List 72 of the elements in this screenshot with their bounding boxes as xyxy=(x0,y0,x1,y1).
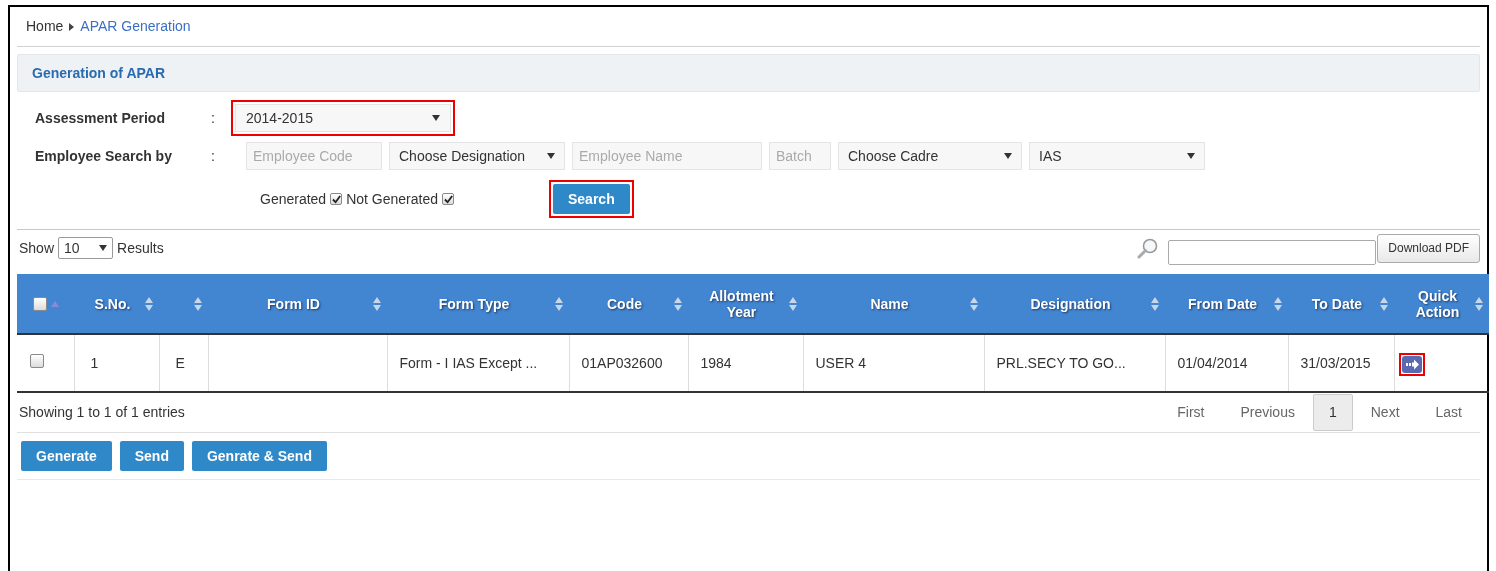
checkbox[interactable] xyxy=(30,353,44,368)
sort-icon[interactable] xyxy=(373,296,381,311)
checkbox-label: Generated xyxy=(260,189,327,209)
column-header[interactable]: Name xyxy=(803,274,984,334)
entries-info: Showing 1 to 1 of 1 entries xyxy=(18,403,185,422)
column-header[interactable]: To Date xyxy=(1288,274,1394,334)
caret-icon xyxy=(432,115,440,121)
sort-icon[interactable] xyxy=(970,296,978,311)
checkbox[interactable] xyxy=(442,193,454,205)
column-header[interactable]: Designation xyxy=(984,274,1165,334)
field-label: Employee Search by xyxy=(34,146,173,166)
pagination-link[interactable]: 1 xyxy=(1312,394,1353,431)
field-label: Assessment Period xyxy=(34,108,166,128)
action-button[interactable]: Generate xyxy=(21,441,112,471)
dropdown[interactable]: IAS xyxy=(1029,142,1205,170)
caret-icon xyxy=(99,245,108,251)
sort-icon[interactable] xyxy=(1274,296,1282,311)
checkbox[interactable] xyxy=(330,193,343,205)
table-cell: Form - I IAS Except ... xyxy=(387,334,569,392)
sort-icon[interactable] xyxy=(1380,296,1388,311)
column-header[interactable]: Quick Action xyxy=(1394,274,1489,334)
sort-icon[interactable] xyxy=(194,296,202,311)
sort-icon[interactable] xyxy=(1151,296,1159,311)
column-header[interactable]: Form ID xyxy=(208,274,387,334)
separator: : xyxy=(211,108,216,128)
table-cell: 01/04/2014 xyxy=(1165,334,1288,392)
table-cell: 31/03/2015 xyxy=(1288,334,1394,392)
column-header[interactable]: S.No. xyxy=(74,274,159,334)
table-search-field[interactable] xyxy=(1168,239,1377,265)
sort-icon[interactable] xyxy=(1475,296,1483,311)
table-cell: 1 xyxy=(74,334,159,392)
breadcrumb-link[interactable]: Home xyxy=(26,16,64,37)
pagination-link[interactable]: Next xyxy=(1352,394,1418,431)
text-field[interactable]: Batch xyxy=(769,142,831,170)
table-cell: PRL.SECY TO GO... xyxy=(984,334,1165,392)
action-button[interactable]: Send xyxy=(119,441,184,471)
pagination-link[interactable]: First xyxy=(1159,394,1223,431)
breadcrumb-link[interactable]: APAR Generation xyxy=(80,16,191,37)
text-field[interactable]: Employee Name xyxy=(572,142,762,170)
search-button[interactable]: Search xyxy=(553,184,630,214)
dropdown[interactable]: Choose Cadre xyxy=(838,142,1022,170)
panel-title: Generation of APAR xyxy=(32,63,165,83)
sort-icon[interactable] xyxy=(145,296,153,311)
caret-icon xyxy=(1004,153,1012,159)
column-header[interactable]: From Date xyxy=(1165,274,1288,334)
page-size-select[interactable]: 10 xyxy=(58,237,114,259)
sort-icon[interactable] xyxy=(674,296,682,311)
table-cell: 01AP032600 xyxy=(569,334,688,392)
assessment-period-select[interactable]: 2014-2015 xyxy=(231,100,455,136)
pagination-link[interactable]: Previous xyxy=(1222,394,1313,431)
text-field[interactable]: Employee Code xyxy=(246,142,382,170)
search-icon xyxy=(1137,237,1160,259)
caret-icon xyxy=(547,153,555,159)
table-cell: USER 4 xyxy=(803,334,984,392)
sort-icon[interactable] xyxy=(555,296,563,311)
column-header[interactable]: Code xyxy=(569,274,688,334)
show-label: Show xyxy=(18,238,55,258)
download-pdf-button[interactable]: Download PDF xyxy=(1377,233,1480,263)
sort-icon[interactable] xyxy=(789,296,797,311)
column-header[interactable]: Allotment Year xyxy=(688,274,803,334)
dropdown[interactable]: Choose Designation xyxy=(389,142,565,170)
pagination-link[interactable]: Last xyxy=(1417,394,1480,431)
results-label: Results xyxy=(117,238,164,258)
table-cell: 1984 xyxy=(688,334,803,392)
column-header[interactable]: Form Type xyxy=(387,274,569,334)
table-cell: E xyxy=(159,334,208,392)
separator: : xyxy=(211,146,216,166)
checkbox-label: Not Generated xyxy=(346,189,438,209)
checkbox[interactable] xyxy=(32,296,47,311)
action-button[interactable]: Genrate & Send xyxy=(191,441,327,471)
caret-icon xyxy=(1187,153,1195,159)
chevron-icon xyxy=(69,22,75,31)
